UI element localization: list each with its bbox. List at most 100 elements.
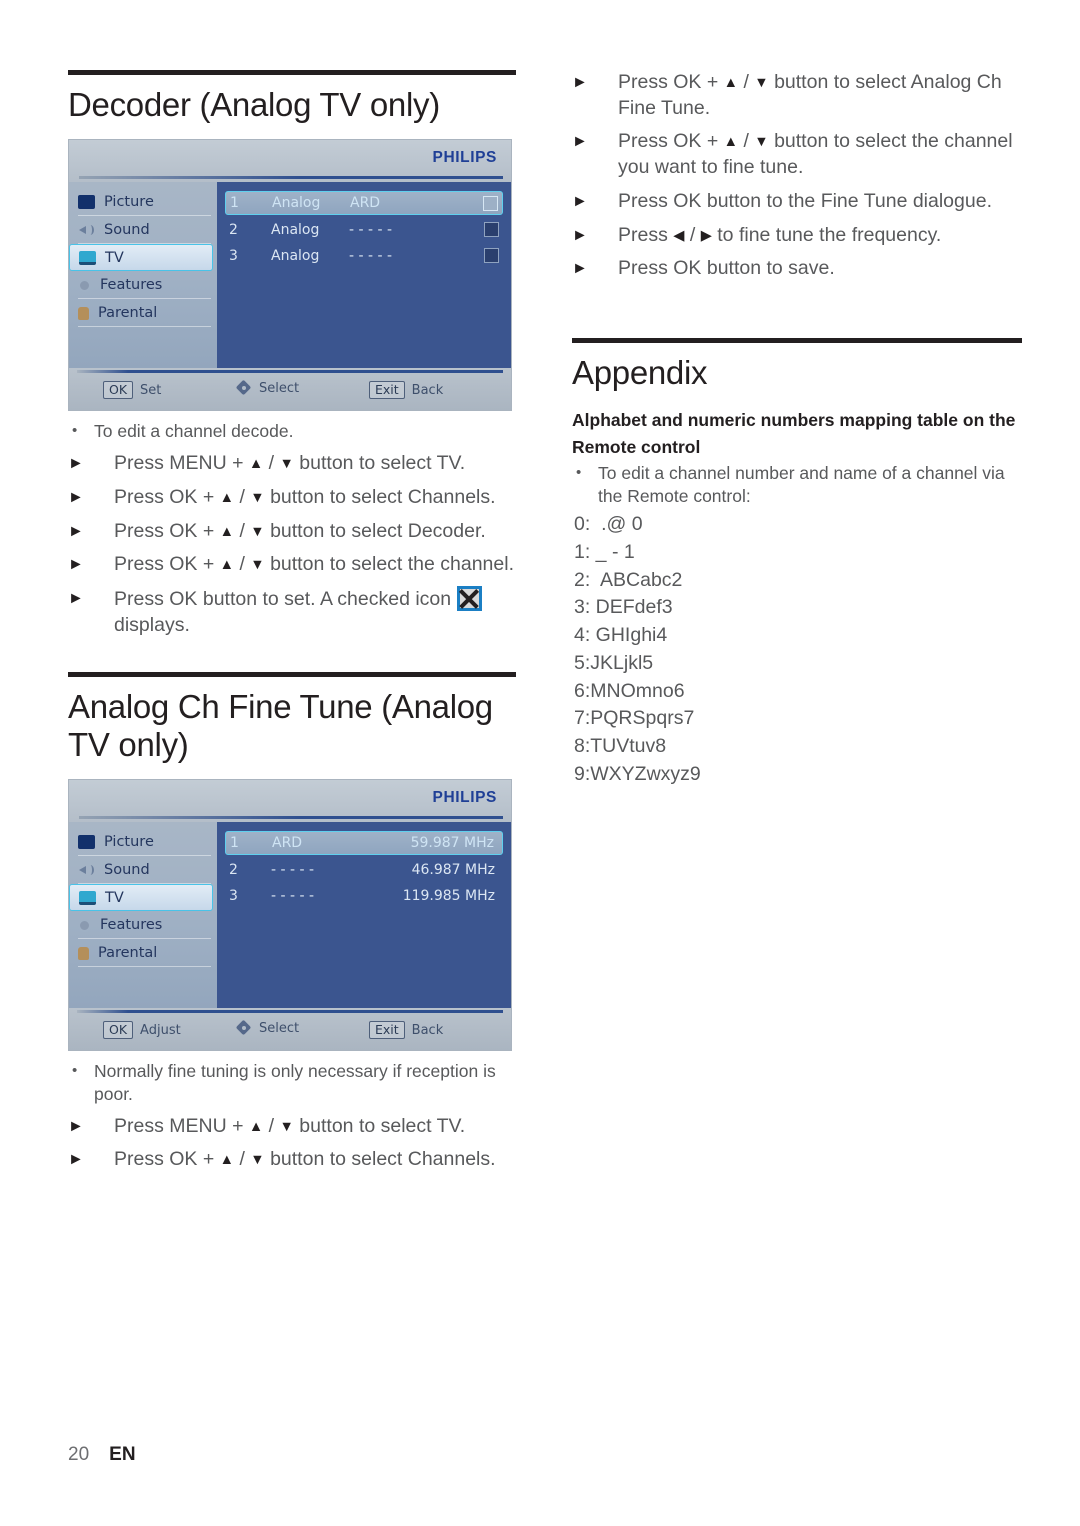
osd-menu-list: Picture Sound TV Features Parental <box>69 182 217 369</box>
list-item: ► Press OK button to the Fine Tune dialo… <box>572 189 1022 215</box>
arrow-right-icon: ► <box>68 1151 84 1169</box>
step-text: Press MENU + ▲ / ▼ button to select TV. <box>114 452 466 475</box>
osd-menu-item-picture[interactable]: Picture <box>69 828 217 856</box>
osd-footer-ok[interactable]: OK Adjust <box>103 1021 181 1039</box>
channel-name: - - - - - <box>271 887 315 904</box>
navigation-diamond-icon <box>237 1021 252 1036</box>
osd-footer-exit[interactable]: Exit Back <box>369 1021 443 1039</box>
picture-icon <box>78 835 95 849</box>
decoder-checkbox[interactable] <box>481 248 499 264</box>
osd-menu-label: Features <box>100 917 163 933</box>
arrow-right-icon: ► <box>572 74 588 91</box>
channel-name: ARD <box>272 835 303 851</box>
page-title-fine-tune: Analog Ch Fine Tune (Analog TV only) <box>68 688 493 763</box>
lock-icon <box>78 307 89 321</box>
osd-menu-label: Sound <box>104 222 150 239</box>
arrow-right-icon: ► <box>68 556 84 574</box>
osd-footer-ok[interactable]: OK Set <box>103 381 161 400</box>
osd-body: Picture Sound TV Features <box>69 182 511 369</box>
list-item: 1: _ - 1 <box>574 541 635 564</box>
arrow-right-icon: ► <box>68 522 84 540</box>
osd-menu-item-features[interactable]: Features <box>69 911 217 939</box>
list-item: 5:JKLjkl5 <box>574 651 654 674</box>
channel-name: ARD <box>350 195 381 212</box>
channel-type: Analog <box>271 247 320 264</box>
list-item: 9:WXYZwxyz9 <box>574 762 701 785</box>
appendix-subtitle: Alphabet and numeric numbers mapping tab… <box>572 410 1016 457</box>
tv-icon <box>79 250 96 265</box>
note-fine-tune: • Normally fine tuning is only necessary… <box>72 1060 516 1106</box>
step-text: Press OK button to save. <box>618 257 835 280</box>
arrow-right-icon: ► <box>68 589 84 607</box>
list-item: ► Press OK + ▲ / ▼ button to select the … <box>68 552 516 578</box>
table-row[interactable]: 1 Analog ARD <box>225 191 503 216</box>
osd-menu-label: Picture <box>104 194 154 211</box>
note-appendix: • To edit a channel number and name of a… <box>576 462 1022 508</box>
osd-footer-action: Back <box>411 382 444 398</box>
osd-screenshot-fine-tune: PHILIPS Picture Sound TV Features Parent… <box>68 779 512 1051</box>
osd-menu-item-parental[interactable]: Parental <box>69 299 217 328</box>
list-item: ► Press MENU + ▲ / ▼ button to select TV… <box>68 451 516 477</box>
channel-number: 1 <box>230 195 239 212</box>
table-row[interactable]: 1 ARD 59.987 MHz <box>225 831 503 855</box>
channel-type: Analog <box>271 221 320 238</box>
step-text: Press MENU + ▲ / ▼ button to select TV. <box>114 1114 466 1137</box>
osd-menu-label: TV <box>105 249 124 266</box>
channel-number: 3 <box>229 887 238 904</box>
osd-menu-label: Features <box>100 277 163 294</box>
osd-footer-exit[interactable]: Exit Back <box>369 381 444 400</box>
osd-footer-select[interactable]: Select <box>237 1021 299 1036</box>
arrow-right-icon: ► <box>572 133 588 151</box>
list-item: ► Press OK + ▲ / ▼ button to select Chan… <box>68 1147 516 1173</box>
osd-footer-bar: OK Adjust Select Exit Back <box>69 1008 511 1050</box>
osd-channel-table: 1 Analog ARD 2 Analog - - - - - 3 Analog… <box>217 182 511 369</box>
step-text: Press ◀ / ▶ to fine tune the frequency. <box>618 223 942 246</box>
osd-menu-item-tv[interactable]: TV <box>69 884 213 911</box>
note-decoder: • To edit a channel decode. <box>72 420 516 443</box>
list-item-checked-icon: ► Press OK button to set. A checked icon… <box>68 585 516 638</box>
channel-frequency: 46.987 MHz <box>411 861 495 878</box>
osd-menu-label: Picture <box>104 834 154 850</box>
right-column: ► Press OK + ▲ / ▼ button to select Anal… <box>572 70 1022 788</box>
osd-menu-item-parental[interactable]: Parental <box>69 939 217 967</box>
osd-footer-action: Select <box>259 1021 300 1036</box>
osd-menu-label: Parental <box>98 945 158 961</box>
osd-screenshot-decoder: PHILIPS Picture Sound TV Features Parent… <box>68 139 512 412</box>
ok-key: OK <box>103 381 134 400</box>
bullet-dot: • <box>72 422 78 440</box>
osd-frequency-table: 1 ARD 59.987 MHz 2 - - - - - 46.987 MHz … <box>217 822 511 1008</box>
list-item: 7:PQRSpqrs7 <box>574 707 695 730</box>
osd-footer-divider <box>77 370 503 374</box>
channel-name: - - - - - <box>349 247 393 264</box>
osd-footer-select[interactable]: Select <box>237 381 299 396</box>
osd-header-divider <box>79 176 503 180</box>
list-item: 2: ABCabc2 <box>574 568 683 591</box>
section-decoder: Decoder (Analog TV only) PHILIPS Picture <box>68 70 516 638</box>
osd-menu-item-sound[interactable]: Sound <box>69 856 217 884</box>
tv-icon <box>79 890 96 905</box>
gear-icon <box>78 279 91 293</box>
step-text: Press OK + ▲ / ▼ button to select Analog… <box>618 71 1002 119</box>
osd-menu-item-tv[interactable]: TV <box>69 244 213 272</box>
table-row[interactable]: 3 Analog - - - - - <box>225 244 503 267</box>
decoder-checkbox[interactable] <box>481 222 499 238</box>
osd-menu-label: TV <box>105 889 124 906</box>
step-text: Press OK + ▲ / ▼ button to select Channe… <box>114 485 496 508</box>
page-title-decoder: Decoder (Analog TV only) <box>68 86 440 123</box>
osd-menu-item-sound[interactable]: Sound <box>69 216 217 245</box>
decoder-checkbox[interactable] <box>480 195 498 211</box>
note-text: Normally fine tuning is only necessary i… <box>94 1061 496 1104</box>
osd-menu-item-features[interactable]: Features <box>69 271 217 300</box>
step-text: Press OK + ▲ / ▼ button to select the ch… <box>114 553 514 576</box>
ok-key: OK <box>103 1021 134 1039</box>
table-row[interactable]: 3 - - - - - 119.985 MHz <box>225 884 503 907</box>
heading-rule <box>68 672 516 678</box>
step-text: Press OK button to set. A checked icon d… <box>114 585 516 638</box>
picture-icon <box>78 195 95 210</box>
language-code: EN <box>109 1444 136 1465</box>
sound-icon <box>78 223 95 237</box>
table-row[interactable]: 2 - - - - - 46.987 MHz <box>225 858 503 881</box>
osd-menu-item-picture[interactable]: Picture <box>69 188 217 217</box>
arrow-right-icon: ► <box>68 1117 84 1135</box>
table-row[interactable]: 2 Analog - - - - - <box>225 218 503 241</box>
